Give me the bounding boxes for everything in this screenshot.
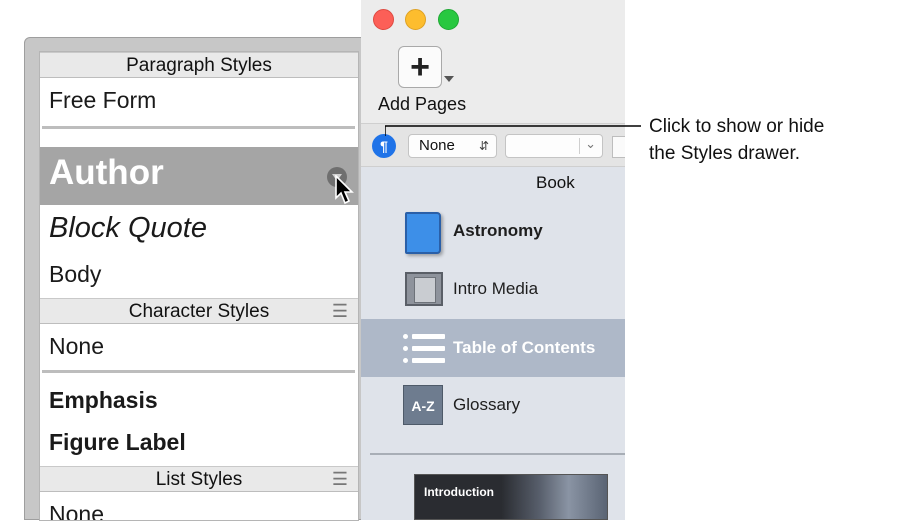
character-style-none[interactable]: None [49, 333, 104, 360]
sidebar-item-intro-media[interactable]: Intro Media [361, 262, 625, 318]
paragraph-styles-header: Paragraph Styles [40, 52, 358, 78]
paragraph-style-free-form[interactable]: Free Form [49, 87, 156, 114]
zoom-window-button[interactable] [438, 9, 459, 30]
sidebar-item-label: Intro Media [453, 279, 539, 298]
callout-line-2: the Styles drawer. [649, 143, 801, 164]
sidebar-item-table-of-contents[interactable]: Table of Contents [361, 319, 625, 377]
styles-drawer-panel: Paragraph Styles Free Form Author Block … [39, 51, 359, 521]
callout-line-1: Click to show or hide [649, 116, 825, 137]
sidebar-item-label: Table of Contents [453, 338, 596, 357]
divider [370, 453, 625, 455]
sidebar-item-label: Astronomy [453, 221, 543, 240]
paragraph-style-author[interactable]: Author [40, 147, 358, 205]
paragraph-style-body[interactable]: Body [49, 261, 101, 288]
character-style-emphasis[interactable]: Emphasis [49, 387, 158, 414]
hamburger-menu-icon[interactable]: ☰ [332, 299, 348, 324]
sidebar-title: Book [536, 173, 575, 192]
close-window-button[interactable] [373, 9, 394, 30]
introduction-thumbnail[interactable]: Introduction [414, 474, 608, 520]
sidebar-item-astronomy[interactable]: Astronomy [361, 204, 625, 260]
list-icon [403, 334, 445, 364]
mouse-pointer-icon [335, 175, 354, 205]
divider [42, 126, 355, 129]
az-icon: A-Z [403, 385, 443, 425]
character-style-figure-label[interactable]: Figure Label [49, 429, 186, 456]
paragraph-style-author-label: Author [49, 153, 164, 192]
callout-line [385, 125, 641, 136]
dropdown-caret-icon[interactable] [444, 76, 454, 82]
callout-text: Click to show or hide the Styles drawer. [649, 113, 824, 167]
paragraph-styles-title: Paragraph Styles [126, 55, 272, 76]
list-styles-header: List Styles ☰ [40, 466, 358, 492]
add-pages-button[interactable]: + [398, 46, 442, 88]
plus-icon: + [410, 48, 430, 86]
styles-drawer: Paragraph Styles Free Form Author Block … [24, 37, 364, 521]
add-pages-label: Add Pages [378, 94, 467, 114]
character-styles-header: Character Styles ☰ [40, 298, 358, 324]
list-styles-title: List Styles [155, 469, 243, 490]
film-icon [405, 272, 443, 306]
paragraph-style-block-quote[interactable]: Block Quote [49, 212, 207, 245]
book-icon [405, 212, 441, 254]
hamburger-menu-icon[interactable]: ☰ [332, 467, 348, 492]
character-styles-title: Character Styles [128, 301, 270, 322]
minimize-window-button[interactable] [405, 9, 426, 30]
thumbnail-label: Introduction [424, 485, 494, 499]
list-style-none[interactable]: None [49, 501, 104, 520]
app-window: + Add Pages ¶ None ⇵ ⌄ Book Astronomy In… [361, 0, 625, 520]
book-sidebar: Book Astronomy Intro Media Table of Cont… [361, 167, 625, 520]
divider [42, 370, 355, 373]
sidebar-item-glossary[interactable]: A-Z Glossary [361, 378, 625, 434]
sidebar-item-label: Glossary [453, 395, 521, 414]
